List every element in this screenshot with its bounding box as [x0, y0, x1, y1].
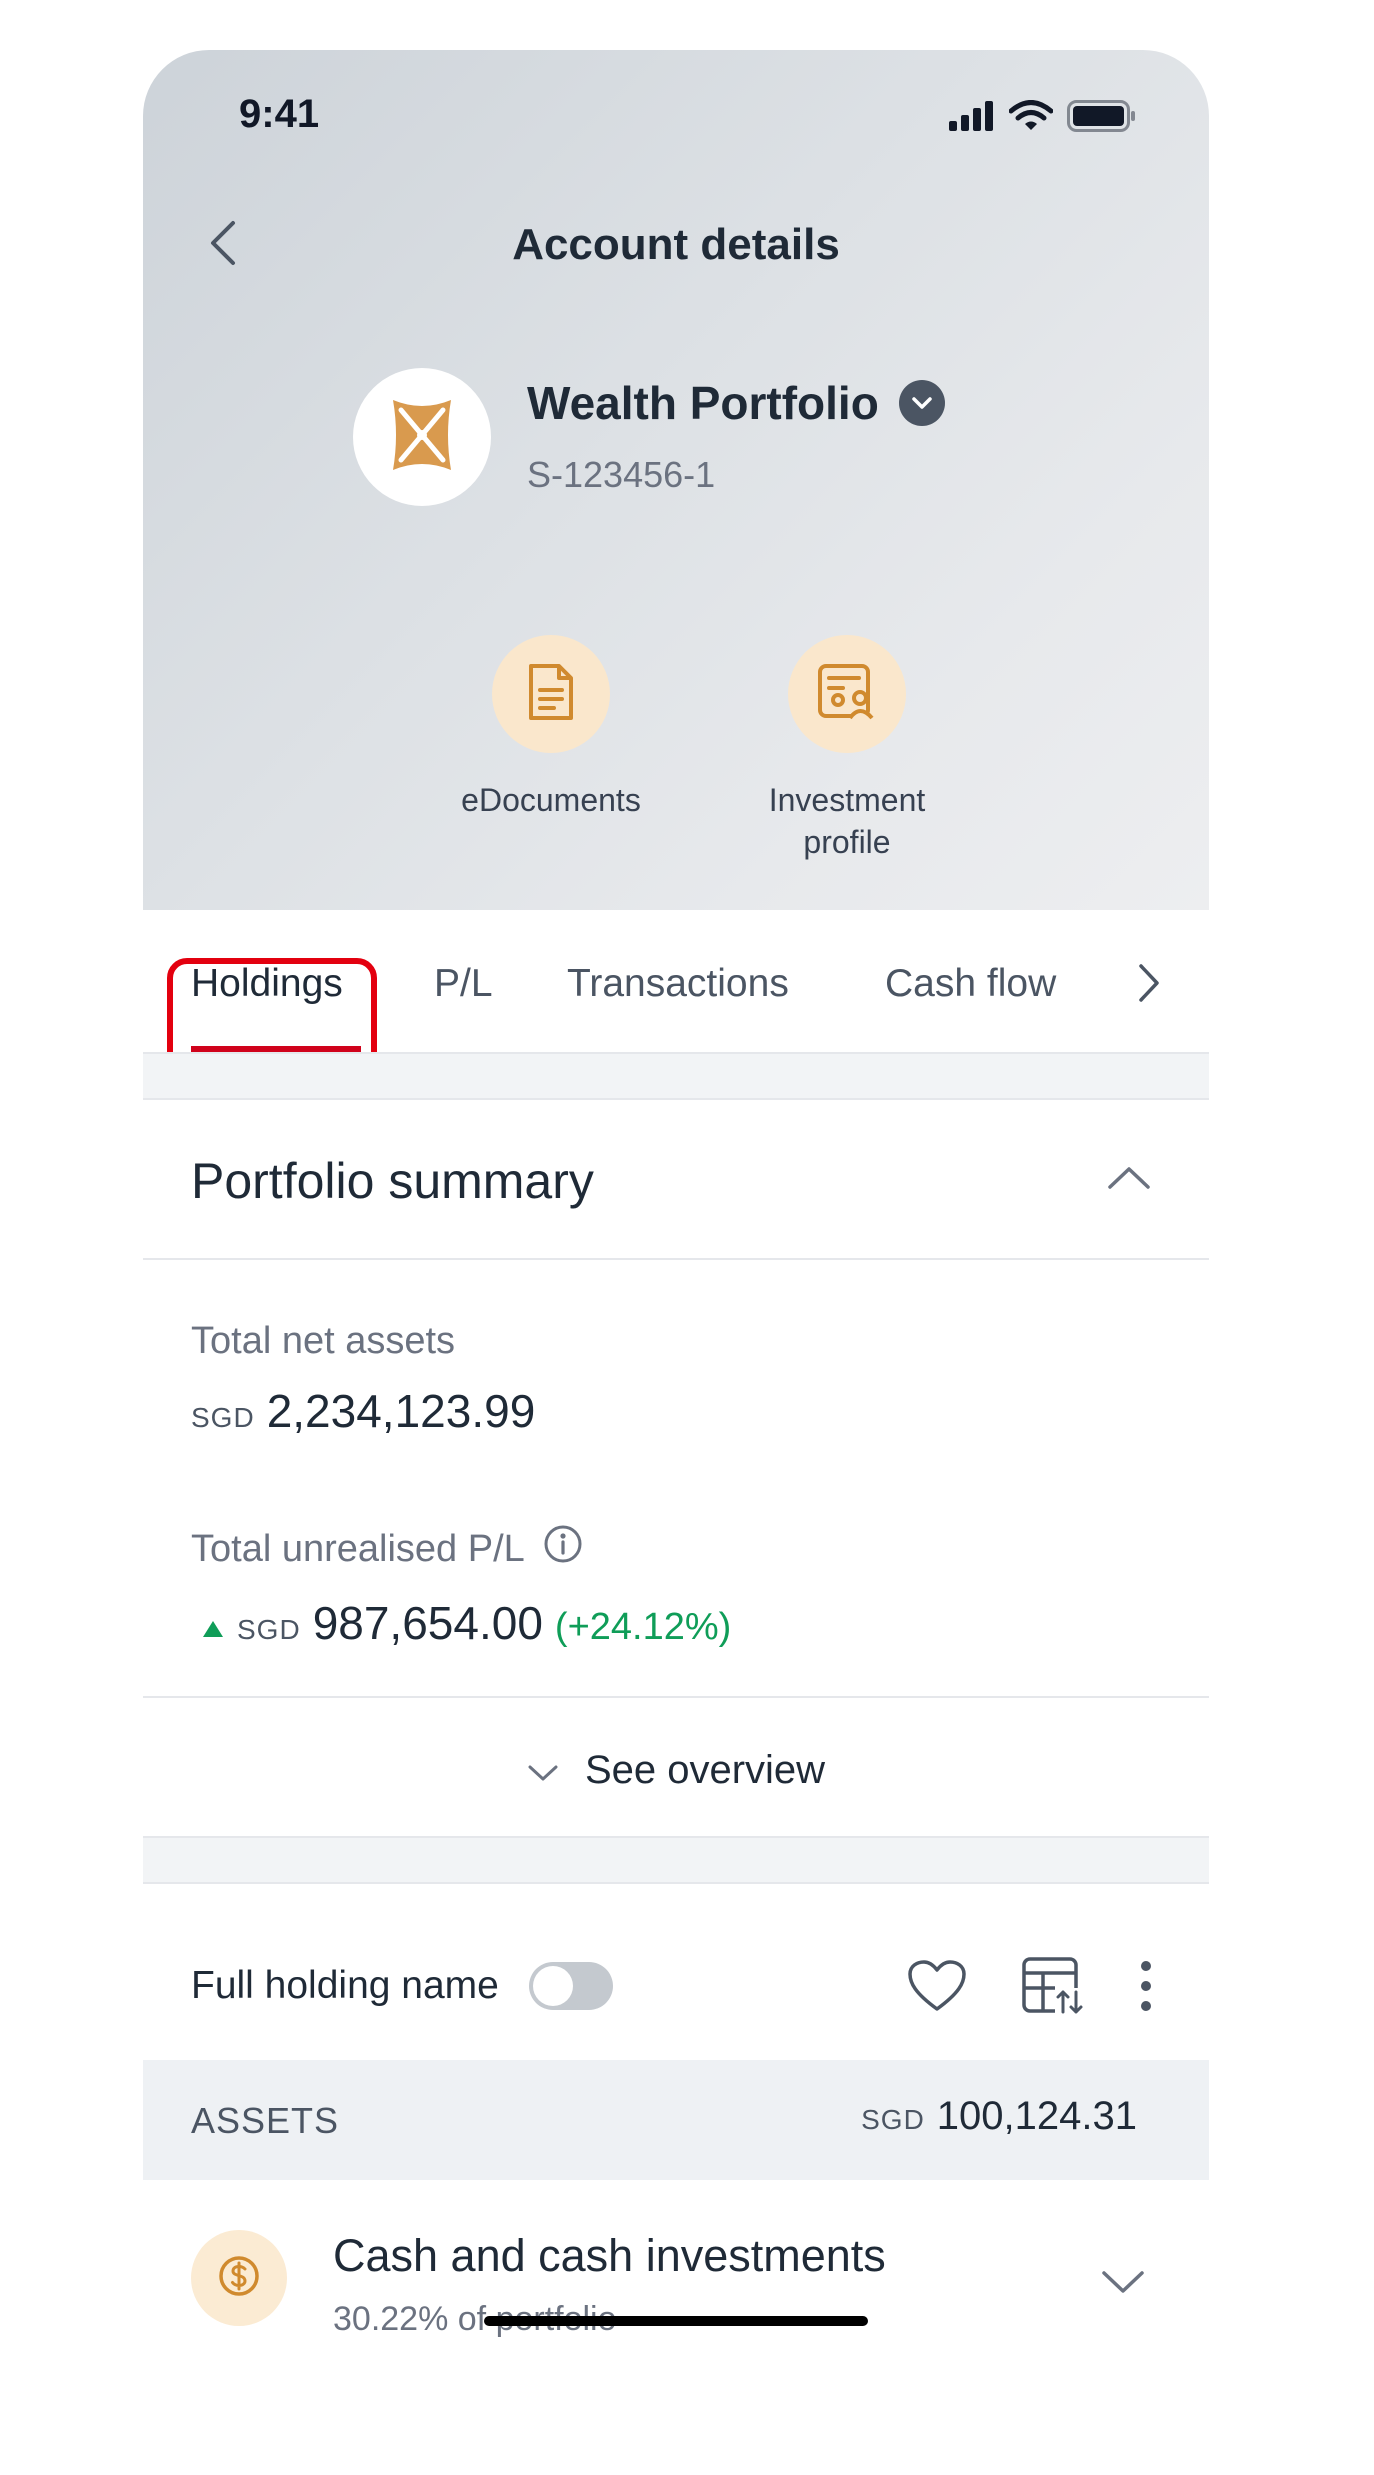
see-overview-label: See overview	[584, 1748, 826, 1792]
profile-card-icon	[816, 662, 878, 727]
assets-header: ASSETS SGD 100,124.31	[143, 2060, 1209, 2180]
total-unrealised-percent: (+24.12%)	[554, 1606, 732, 1648]
document-icon	[525, 662, 577, 727]
edocuments-icon-circle	[492, 635, 610, 753]
total-net-assets-value: 2,234,123.99	[266, 1385, 536, 1437]
holdings-toolbar	[907, 1956, 1153, 2021]
total-unrealised-label: Total unrealised P/L	[191, 1527, 525, 1570]
account-selector[interactable]: Wealth Portfolio	[527, 376, 945, 430]
tab-bar: Holdings P/L Transactions Cash flow	[143, 910, 1209, 1092]
portfolio-summary-title: Portfolio summary	[191, 1153, 594, 1209]
gain-up-arrow-icon	[201, 1619, 225, 1644]
see-overview-button[interactable]: See overview	[143, 1748, 1209, 1793]
tab-transactions[interactable]: Transactions	[567, 962, 789, 1006]
category-title[interactable]: Cash and cash investments	[333, 2230, 886, 2282]
account-logo	[353, 368, 491, 506]
account-name: Wealth Portfolio	[527, 377, 879, 429]
full-holding-name-label: Full holding name	[191, 1964, 499, 2007]
info-icon[interactable]	[543, 1524, 583, 1574]
investment-profile-icon-circle	[788, 635, 906, 753]
phone-screen: 9:41 Account details Wealth Portfolio S-…	[143, 50, 1209, 2475]
tabs-scroll-right-button[interactable]	[1129, 960, 1169, 1010]
currency-code: SGD	[861, 2104, 925, 2135]
status-time: 9:41	[239, 92, 320, 136]
chevron-down-icon	[527, 1748, 559, 1793]
currency-code: SGD	[191, 1402, 255, 1433]
section-divider	[143, 1836, 1209, 1884]
more-vertical-icon[interactable]	[1139, 1959, 1153, 2018]
full-holding-name-toggle[interactable]	[528, 1962, 613, 2010]
investment-profile-button[interactable]: Investment profile	[727, 635, 967, 863]
home-indicator	[484, 2316, 868, 2326]
edocuments-button[interactable]: eDocuments	[431, 635, 671, 821]
divider	[143, 1258, 1209, 1260]
total-unrealised-label-row: Total unrealised P/L	[191, 1524, 583, 1574]
dollar-coin-icon	[217, 2254, 261, 2303]
wifi-icon	[1008, 100, 1054, 137]
divider	[143, 1696, 1209, 1698]
total-net-assets-value-row: SGD 2,234,123.99	[191, 1384, 535, 1438]
currency-code: SGD	[237, 1614, 301, 1645]
table-sort-icon[interactable]	[1021, 1956, 1085, 2021]
total-unrealised-value-row: SGD 987,654.00 (+24.12%)	[201, 1596, 731, 1650]
total-unrealised-value: 987,654.00	[312, 1597, 543, 1649]
tab-pl[interactable]: P/L	[434, 962, 493, 1006]
expand-category-button[interactable]	[1093, 2254, 1153, 2314]
total-net-assets-label: Total net assets	[191, 1320, 456, 1362]
collapse-summary-button[interactable]	[1099, 1150, 1159, 1210]
account-number: S-123456-1	[527, 454, 716, 495]
cellular-signal-icon	[949, 101, 995, 136]
edocuments-label: eDocuments	[461, 782, 641, 818]
investment-profile-label: Investment profile	[768, 782, 926, 860]
chevron-down-icon	[898, 380, 945, 426]
section-divider	[143, 1052, 1209, 1100]
tab-cash-flow[interactable]: Cash flow	[885, 962, 1056, 1006]
chevron-right-icon	[1138, 963, 1160, 1008]
assets-total: SGD 100,124.31	[861, 2094, 1137, 2139]
heart-icon[interactable]	[907, 1959, 967, 2018]
full-holding-name-row: Full holding name	[191, 1962, 613, 2010]
page-title: Account details	[512, 220, 840, 269]
toggle-knob	[532, 1966, 573, 2006]
battery-icon	[1067, 100, 1137, 137]
assets-label: ASSETS	[191, 2100, 340, 2141]
chevron-up-icon	[1107, 1165, 1151, 1196]
bank-logo-icon	[383, 396, 461, 479]
chevron-down-icon	[1101, 2269, 1145, 2300]
assets-total-value: 100,124.31	[936, 2094, 1137, 2138]
status-icons	[949, 100, 1137, 137]
category-icon	[191, 2230, 287, 2326]
